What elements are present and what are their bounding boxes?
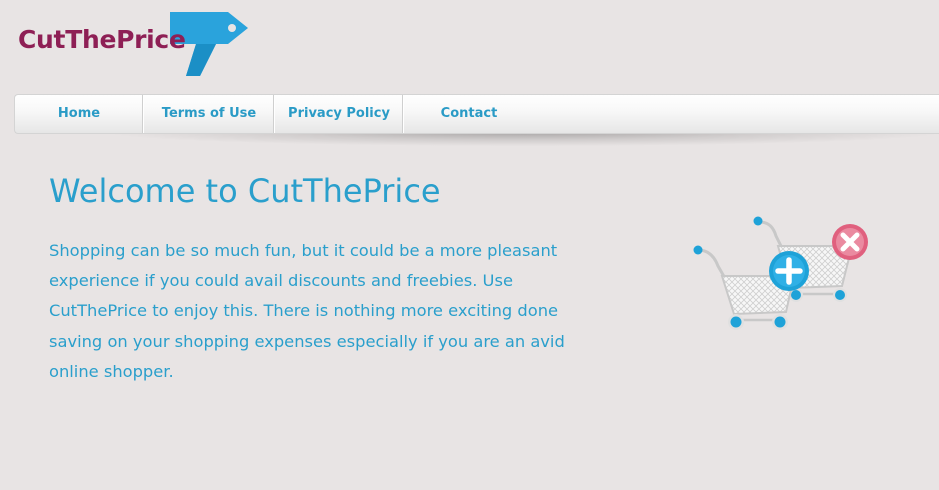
logo-text: CutThePrice [18,25,186,54]
intro-paragraph: Shopping can be so much fun, but it coul… [49,241,565,381]
nav-terms-of-use[interactable]: Terms of Use [144,95,274,133]
navbar-shadow [110,132,939,146]
main-navbar: Home Terms of Use Privacy Policy Contact [14,94,939,134]
page-title: Welcome to CutThePrice [49,172,441,210]
shopping-carts-illustration [693,216,868,330]
site-logo[interactable]: CutThePrice [18,10,258,80]
nav-home[interactable]: Home [15,95,143,133]
nav-privacy-policy[interactable]: Privacy Policy [275,95,403,133]
shopping-cart-add-icon [693,245,809,330]
nav-contact[interactable]: Contact [404,95,534,133]
